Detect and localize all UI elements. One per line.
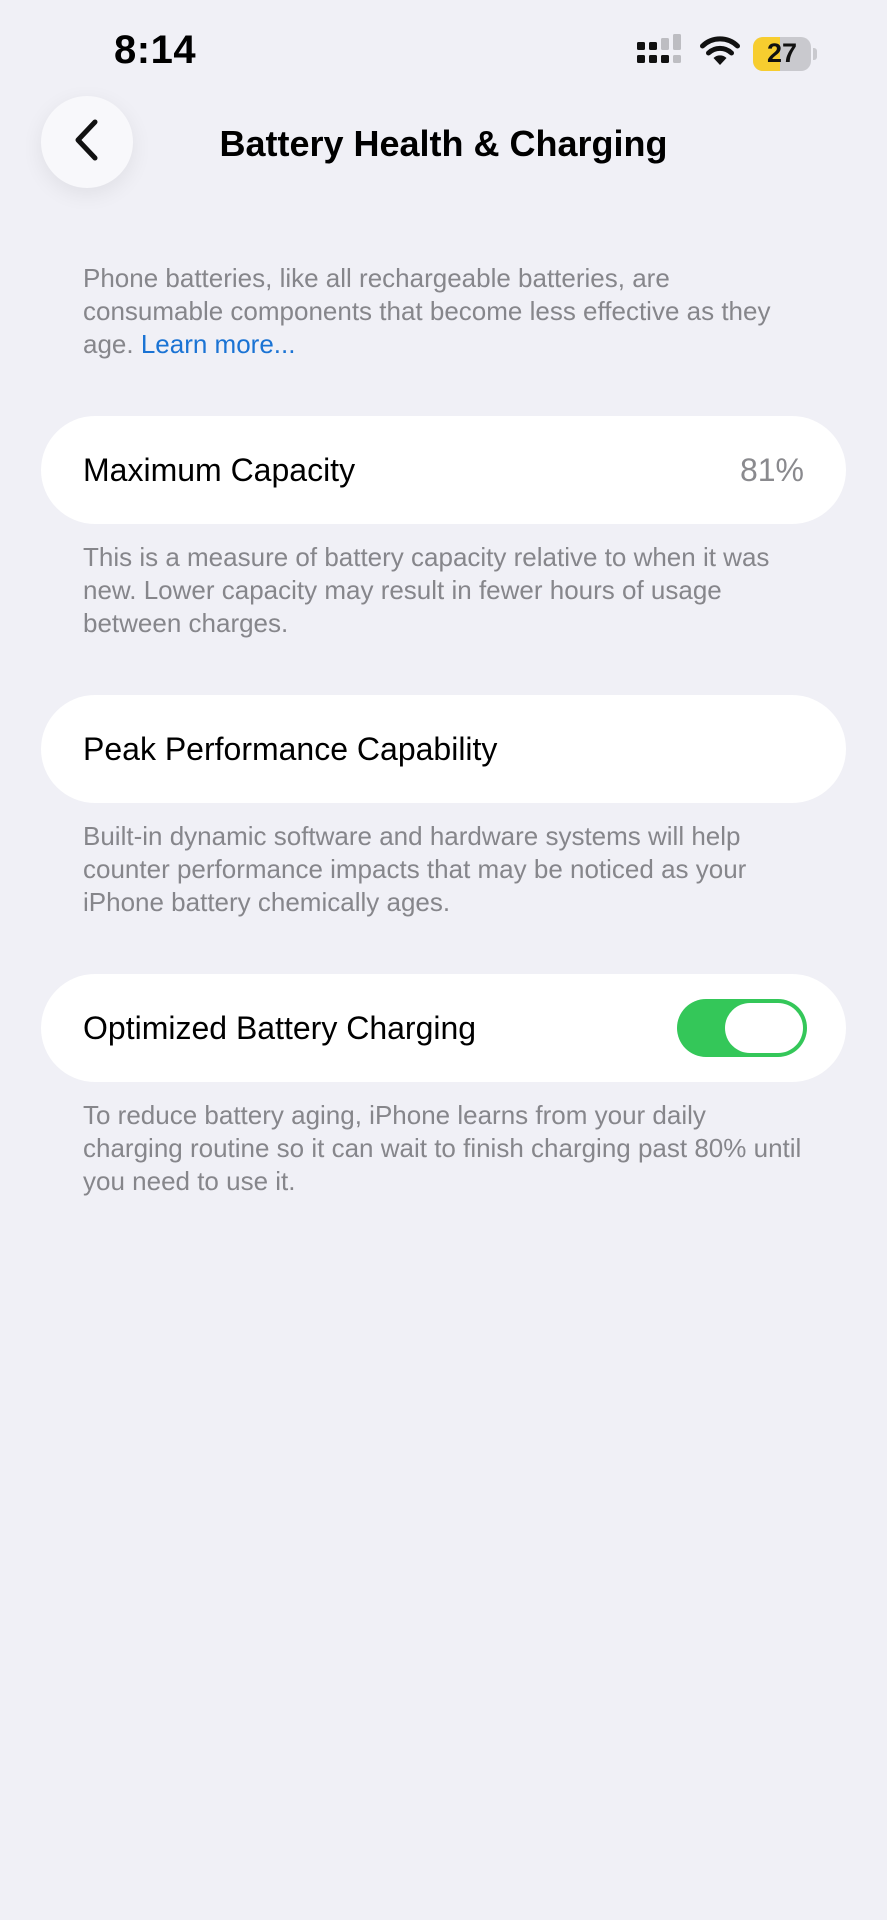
learn-more-link[interactable]: Learn more...	[141, 329, 296, 359]
wifi-icon	[699, 35, 741, 72]
peak-performance-footnote: Built-in dynamic software and hardware s…	[83, 821, 747, 917]
battery-body: 27	[753, 36, 811, 71]
battery-icon: 27	[753, 36, 817, 71]
peak-performance-row: Peak Performance Capability	[41, 695, 846, 803]
optimized-charging-toggle[interactable]	[677, 999, 807, 1057]
maximum-capacity-row: Maximum Capacity 81%	[41, 416, 846, 524]
maximum-capacity-value: 81%	[739, 451, 804, 488]
status-time: 8:14	[114, 28, 197, 72]
optimized-charging-row: Optimized Battery Charging	[41, 974, 846, 1082]
optimized-charging-label: Optimized Battery Charging	[83, 1009, 477, 1046]
toggle-knob	[725, 1003, 803, 1053]
page-title: Battery Health & Charging	[219, 123, 668, 164]
battery-cap	[813, 47, 817, 60]
optimized-charging-footnote: To reduce battery aging, iPhone learns f…	[83, 1100, 802, 1196]
status-icons: 27	[637, 34, 817, 73]
settings-content: Phone batteries, like all rechargeable b…	[41, 262, 846, 1198]
battery-level: 27	[766, 38, 798, 68]
intro-text: Phone batteries, like all rechargeable b…	[41, 262, 846, 361]
signal-icon	[637, 34, 687, 73]
status-bar: 8:14 27	[0, 0, 887, 100]
navigation-bar: Battery Health & Charging	[0, 96, 887, 192]
peak-performance-label: Peak Performance Capability	[83, 730, 498, 767]
maximum-capacity-label: Maximum Capacity	[83, 451, 356, 488]
maximum-capacity-footnote: This is a measure of battery capacity re…	[83, 542, 770, 638]
